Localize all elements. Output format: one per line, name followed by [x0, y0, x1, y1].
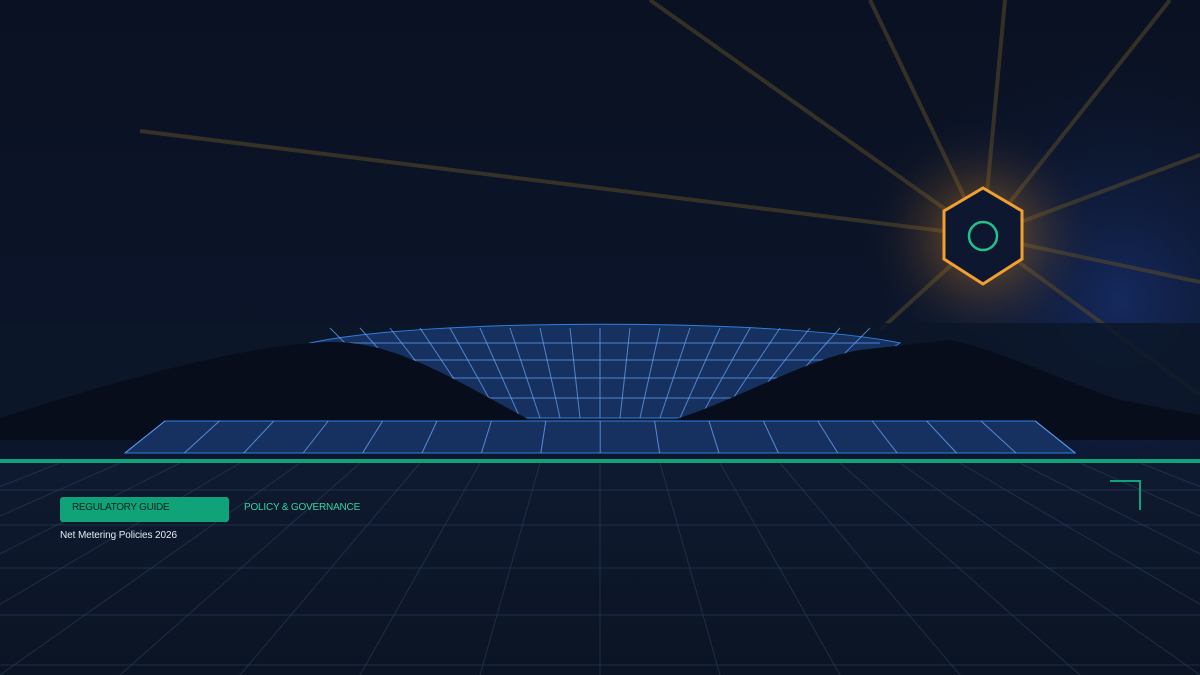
accent-horizon-line: [0, 459, 1200, 463]
solar-grid-illustration: [0, 0, 1200, 675]
category-label: POLICY & GOVERNANCE: [244, 502, 361, 513]
regulatory-guide-badge: REGULATORY GUIDE: [60, 497, 229, 522]
article-subtitle: Net Metering Policies 2026: [60, 530, 177, 541]
solar-panel-strip: [123, 420, 1077, 454]
hero-banner: REGULATORY GUIDE POLICY & GOVERNANCE Net…: [0, 0, 1200, 675]
